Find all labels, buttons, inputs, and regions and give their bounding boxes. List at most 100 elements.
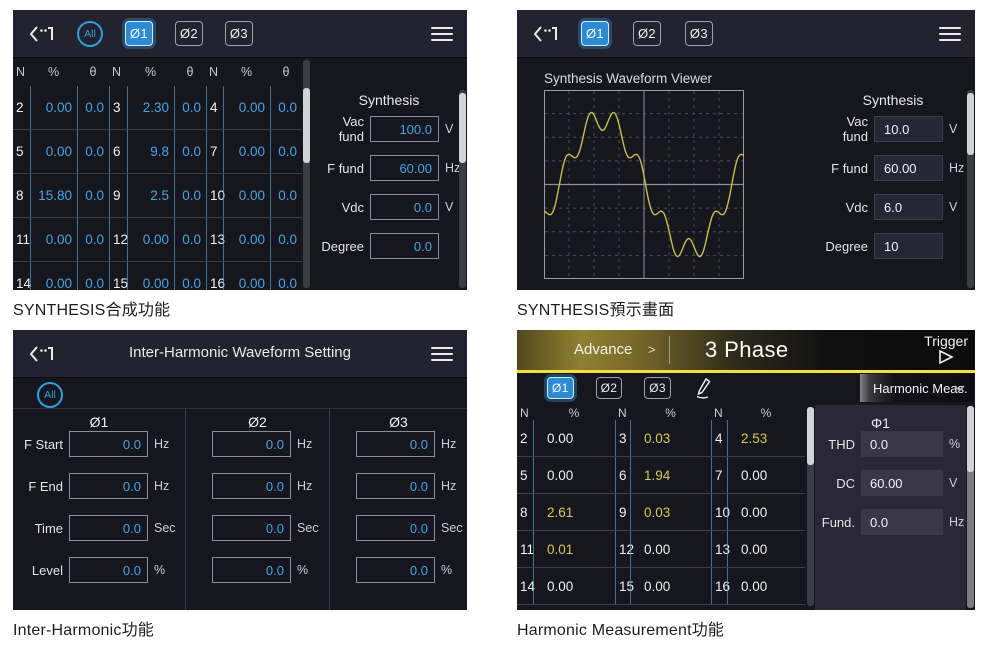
harmonic-percent-cell[interactable]: 0.00 <box>223 130 270 173</box>
back-icon[interactable] <box>533 24 559 44</box>
harmonic-theta-cell[interactable]: 0.0 <box>174 262 206 290</box>
harmonic-theta-cell[interactable]: 0.0 <box>77 130 109 173</box>
field-input[interactable]: 60.00 <box>370 155 439 181</box>
harmonic-percent-cell[interactable]: 0.00 <box>223 218 270 261</box>
field-label: Vdc <box>818 200 868 215</box>
column-header: N <box>615 406 630 420</box>
harmonic-order-cell: 16 <box>711 568 727 604</box>
harmonic-theta-cell[interactable]: 0.0 <box>270 174 302 217</box>
scrollbar-thumb[interactable] <box>807 407 814 465</box>
field-row: Vac fund100.0V <box>314 116 464 142</box>
harmonic-percent-cell[interactable]: 0.00 <box>30 262 77 290</box>
field-input[interactable]: 0.0 <box>370 194 439 220</box>
field-input[interactable]: 0.0 <box>356 473 435 499</box>
harmonic-theta-cell[interactable]: 0.0 <box>77 218 109 261</box>
harmonic-theta-cell[interactable]: 0.0 <box>77 262 109 290</box>
harmonic-order-cell: 8 <box>517 494 533 530</box>
field-input[interactable]: 0.0 <box>212 431 291 457</box>
scrollbar-thumb[interactable] <box>459 93 466 163</box>
all-phases-button[interactable]: All <box>77 21 103 47</box>
harmonic-percent-cell[interactable]: 0.00 <box>30 218 77 261</box>
field-input[interactable]: 0.0 <box>370 233 439 259</box>
field-input[interactable]: 6.0 <box>874 194 943 220</box>
phase-button-1[interactable]: Ø1 <box>581 21 609 46</box>
harmonic-theta-cell[interactable]: 0.0 <box>174 130 206 173</box>
table-row: 50.0061.9470.00 <box>517 457 805 494</box>
harmonic-theta-cell[interactable]: 0.0 <box>174 174 206 217</box>
harmonic-percent-cell[interactable]: 0.00 <box>30 86 77 129</box>
hamburger-menu-icon[interactable] <box>431 27 453 41</box>
harmonic-percent-cell[interactable]: 0.00 <box>30 130 77 173</box>
field-input[interactable]: 0.0 <box>69 557 148 583</box>
phase-column-title: Ø2 <box>186 414 329 431</box>
phase-button-3[interactable]: Ø3 <box>685 21 713 46</box>
viewer-title: Synthesis Waveform Viewer <box>544 71 712 86</box>
field-unit: V <box>949 200 957 214</box>
field-input[interactable]: 10 <box>874 233 943 259</box>
harmonic-percent-cell[interactable]: 0.00 <box>223 262 270 290</box>
synthesis-form: Synthesis Vac fund100.0VF fund60.00HzVdc… <box>314 58 464 290</box>
trigger-play-icon[interactable] <box>937 349 955 365</box>
harmonic-theta-cell[interactable]: 0.0 <box>270 130 302 173</box>
scrollbar-thumb[interactable] <box>303 88 310 163</box>
field-input[interactable]: 0.0 <box>69 431 148 457</box>
phase-button-1[interactable]: Ø1 <box>547 377 574 399</box>
field-input[interactable]: 60.00 <box>874 155 943 181</box>
field-label: Vac fund <box>818 114 868 144</box>
harmonic-theta-cell[interactable]: 0.0 <box>174 86 206 129</box>
harmonic-theta-cell[interactable]: 0.0 <box>77 86 109 129</box>
phase-button-3[interactable]: Ø3 <box>225 21 253 46</box>
harmonic-theta-cell[interactable]: 0.0 <box>174 218 206 261</box>
phase-button-3[interactable]: Ø3 <box>644 377 671 399</box>
phase-button-2[interactable]: Ø2 <box>596 377 623 399</box>
harmonic-theta-cell[interactable]: 0.0 <box>270 262 302 290</box>
field-input[interactable]: 0.0 <box>212 515 291 541</box>
field-row: 0.0Hz <box>186 431 329 457</box>
page-title: Inter-Harmonic Waveform Setting <box>13 344 467 361</box>
field-input[interactable]: 0.0 <box>356 431 435 457</box>
harmonic-percent-cell[interactable]: 0.00 <box>127 262 174 290</box>
harmonic-theta-cell[interactable]: 0.0 <box>270 218 302 261</box>
harmonic-order-cell: 12 <box>109 218 127 261</box>
hamburger-menu-icon[interactable] <box>939 27 961 41</box>
harmonic-percent-cell[interactable]: 9.8 <box>127 130 174 173</box>
harmonic-percent-cell[interactable]: 0.00 <box>223 174 270 217</box>
phase-button-1[interactable]: Ø1 <box>125 21 153 46</box>
phase-button-2[interactable]: Ø2 <box>633 21 661 46</box>
field-input[interactable]: 100.0 <box>370 116 439 142</box>
all-phases-button[interactable]: All <box>37 382 63 408</box>
field-input[interactable]: 0.0 <box>356 515 435 541</box>
interharmonic-grid: Ø1F Start0.0HzF End0.0HzTime0.0SecLevel0… <box>13 408 467 610</box>
harmonic-percent-cell[interactable]: 0.00 <box>223 86 270 129</box>
back-icon[interactable] <box>29 24 55 44</box>
harmonic-table: N%θN%θN%θ20.000.032.300.040.000.050.000.… <box>13 58 302 290</box>
measurement-mode-dropdown[interactable]: Harmonic Meas. <box>860 374 974 402</box>
field-input[interactable]: 0.0 <box>69 473 148 499</box>
harmonic-order-cell: 5 <box>13 130 30 173</box>
field-input[interactable]: 0.0 <box>69 515 148 541</box>
harmonic-percent-cell[interactable]: 2.5 <box>127 174 174 217</box>
hamburger-menu-icon[interactable] <box>431 347 453 361</box>
edit-pen-icon[interactable] <box>693 377 713 399</box>
field-input[interactable]: 10.0 <box>874 116 943 142</box>
field-unit: Hz <box>445 161 460 175</box>
field-input[interactable]: 0.0 <box>356 557 435 583</box>
harmonic-percent-cell[interactable]: 0.00 <box>127 218 174 261</box>
harmonic-order-cell: 2 <box>517 420 533 456</box>
column-header: % <box>30 65 77 79</box>
field-input[interactable]: 0.0 <box>212 557 291 583</box>
harmonic-order-cell: 15 <box>615 568 630 604</box>
field-label: Level <box>19 563 63 578</box>
scrollbar-thumb[interactable] <box>967 93 974 155</box>
harmonic-percent-cell: 2.53 <box>727 420 805 456</box>
harmonic-theta-cell[interactable]: 0.0 <box>77 174 109 217</box>
harmonic-theta-cell[interactable]: 0.0 <box>270 86 302 129</box>
harmonic-order-cell: 2 <box>13 86 30 129</box>
advance-menu[interactable]: Advance <box>574 341 632 358</box>
harmonic-percent-cell[interactable]: 15.80 <box>30 174 77 217</box>
breadcrumb-chevron: > <box>648 342 656 357</box>
scrollbar-thumb[interactable] <box>967 406 974 472</box>
harmonic-percent-cell[interactable]: 2.30 <box>127 86 174 129</box>
phase-button-2[interactable]: Ø2 <box>175 21 203 46</box>
field-input[interactable]: 0.0 <box>212 473 291 499</box>
